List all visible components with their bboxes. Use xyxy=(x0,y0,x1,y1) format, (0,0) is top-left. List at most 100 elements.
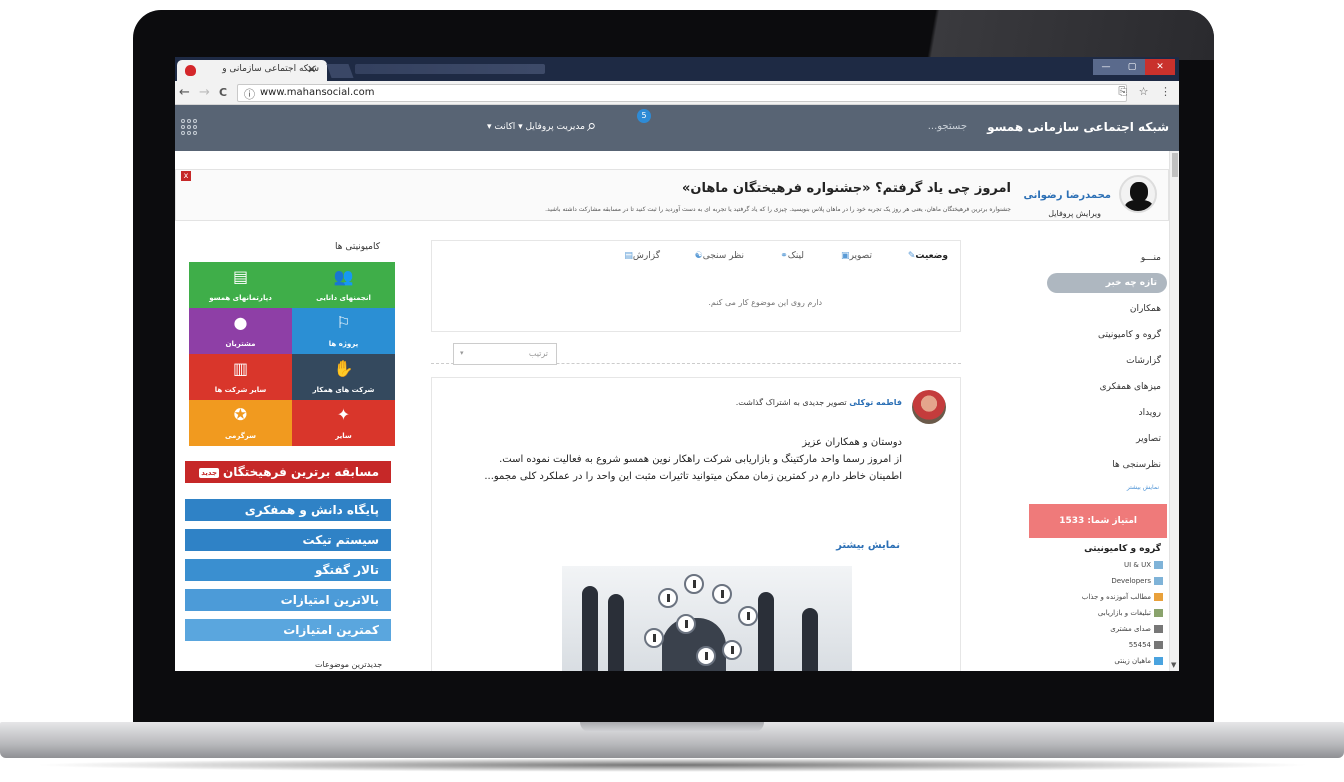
user-name[interactable]: محمدرضا رضوانی xyxy=(1023,190,1111,201)
tab-status[interactable]: وضعیت✎ xyxy=(905,251,948,261)
community-tile-icon: ⚐ xyxy=(336,313,351,332)
communities-grid: ▤ دپارتمانهای همسو 👥 انجمنهای دانایی ● مشتریا… xyxy=(189,262,395,448)
lowest-scores-button[interactable]: کمترین امتیازات xyxy=(185,619,391,641)
composer-input[interactable]: دارم روی این موضوع کار می کنم. xyxy=(708,298,822,307)
tab-poll[interactable]: نظر سنجی☯ xyxy=(692,251,744,261)
nav-show-more[interactable]: نمایش بیشتر xyxy=(1127,484,1159,491)
points-box: امتیاز شما: 1533 xyxy=(1029,504,1167,538)
url-input[interactable]: ⓘ www.mahansocial.com xyxy=(237,84,1127,102)
community-tile[interactable]: ● مشتریان xyxy=(189,308,292,354)
community-tile[interactable]: ▤ دپارتمانهای همسو xyxy=(189,262,292,308)
laptop-mockup: ✕ شبکه اجتماعی سازمانی و — ▢ ✕ ← → C ⓘ w… xyxy=(0,0,1344,782)
blurred-menu xyxy=(355,64,545,74)
edit-profile-link[interactable]: ویرایش پروفایل xyxy=(1048,209,1101,218)
maximize-icon[interactable]: ▢ xyxy=(1119,59,1145,75)
nav-item-colleagues[interactable]: همکاران xyxy=(1130,304,1161,314)
ticket-system-button[interactable]: سیستم تیکت xyxy=(185,529,391,551)
network-node xyxy=(738,606,758,626)
favicon-icon xyxy=(185,65,196,76)
community-tile[interactable]: ⚐ پروژه ها xyxy=(292,308,395,354)
group-label: Developers xyxy=(1111,577,1151,585)
community-tile-label: سایر شرکت ها xyxy=(214,386,267,394)
tab-image[interactable]: تصویر▣ xyxy=(838,251,872,261)
image-icon: ▣ xyxy=(841,251,850,261)
banner-close-icon[interactable]: x xyxy=(181,171,191,181)
new-tab-button[interactable] xyxy=(326,64,354,78)
header-menu[interactable]: پنل مدیریت پروفایل ▾ اکانت ▾ xyxy=(487,122,600,132)
community-tile-label: سرگرمی xyxy=(224,432,257,440)
back-icon[interactable]: ← xyxy=(179,85,190,100)
scrollbar-thumb[interactable] xyxy=(1172,153,1178,177)
nav-item-news[interactable]: تازه چه خبر xyxy=(1047,273,1167,293)
sort-select[interactable]: ترتیب ▾ xyxy=(453,343,557,365)
page-scrollbar[interactable]: ▼ xyxy=(1169,151,1179,671)
poll-icon: ☯ xyxy=(694,251,703,261)
forward-icon[interactable]: → xyxy=(199,85,210,100)
tab-report[interactable]: گزارش▤ xyxy=(621,251,660,261)
community-tile-icon: ▤ xyxy=(232,267,249,286)
group-label: مطالب آموزنده و جذاب xyxy=(1081,593,1151,601)
banner-title: امروز چی یاد گرفتم؟ «جشنواره فرهیختگان م… xyxy=(682,181,1011,196)
nav-item-think-tanks[interactable]: میزهای همفکری xyxy=(1100,382,1161,392)
group-item[interactable]: تبلیغات و بازاریابی xyxy=(1098,609,1163,617)
post-body: دوستان و همکاران عزیز از امروز رسما واحد… xyxy=(484,437,902,482)
community-tile-label: پروژه ها xyxy=(328,340,359,348)
community-tile[interactable]: ✪ سرگرمی xyxy=(189,400,292,446)
bookmark-icon[interactable]: ☆ xyxy=(1139,85,1149,98)
community-tile[interactable]: 👥 انجمنهای دانایی xyxy=(292,262,395,308)
group-label: 55454 xyxy=(1128,641,1151,649)
feed-post: فاطمه توکلی تصویر جدیدی به اشتراک گذاشت.… xyxy=(431,377,961,671)
post-header: فاطمه توکلی تصویر جدیدی به اشتراک گذاشت. xyxy=(736,398,902,407)
forum-button[interactable]: تالار گفتگو xyxy=(185,559,391,581)
community-tile[interactable]: ✦ سایر xyxy=(292,400,395,446)
brand-title[interactable]: شبکه اجتماعی سازمانی همسو xyxy=(987,120,1169,134)
knowledge-base-button[interactable]: پایگاه دانش و همفکری xyxy=(185,499,391,521)
browser-menu-icon[interactable]: ⋮ xyxy=(1160,85,1171,98)
nav-item-images[interactable]: تصاویر xyxy=(1136,434,1161,444)
translate-icon[interactable]: ⎘ xyxy=(1118,85,1127,98)
group-item[interactable]: مطالب آموزنده و جذاب xyxy=(1082,593,1163,601)
post-image[interactable] xyxy=(562,566,852,671)
groups-title: گروه و کامیونیتی xyxy=(1084,544,1161,554)
tab-link[interactable]: لینک⚭ xyxy=(777,251,804,261)
nav-item-events[interactable]: رویداد xyxy=(1139,408,1161,418)
address-bar-row: ← → C ⓘ www.mahansocial.com ⎘ ☆ ⋮ xyxy=(175,81,1179,105)
post-show-more[interactable]: نمایش بیشتر xyxy=(836,540,900,551)
minimize-icon[interactable]: — xyxy=(1093,59,1119,75)
author-name[interactable]: فاطمه توکلی xyxy=(849,398,902,407)
community-tile-icon: ✦ xyxy=(336,405,351,424)
search-input[interactable]: جستجو... xyxy=(928,121,967,132)
group-item[interactable]: 55454 xyxy=(1129,641,1163,649)
group-item[interactable]: صدای مشتری xyxy=(1110,625,1163,633)
apps-grid-icon[interactable] xyxy=(181,119,197,135)
user-avatar[interactable] xyxy=(1119,175,1157,213)
reload-icon[interactable]: C xyxy=(219,86,227,99)
search-icon[interactable]: ⌕ xyxy=(587,116,597,136)
top-scores-button[interactable]: بالاترین امتیازات xyxy=(185,589,391,611)
browser-tab[interactable]: ✕ شبکه اجتماعی سازمانی و xyxy=(177,60,327,81)
group-label: تبلیغات و بازاریابی xyxy=(1097,609,1151,617)
post-composer: وضعیت✎ تصویر▣ لینک⚭ نظر سنجی☯ گزارش▤ دار… xyxy=(431,240,961,332)
chevron-down-icon: ▾ xyxy=(460,349,464,357)
nav-item-groups[interactable]: گروه و کامیونیتی xyxy=(1098,330,1161,340)
window-close-icon[interactable]: ✕ xyxy=(1145,59,1175,75)
group-icon xyxy=(1154,641,1163,649)
nav-item-polls[interactable]: نظرسنجی ها xyxy=(1112,460,1161,470)
post-action: تصویر جدیدی به اشتراک گذاشت. xyxy=(735,398,850,407)
nav-item-reports[interactable]: گزارشات xyxy=(1126,356,1161,366)
author-avatar[interactable] xyxy=(912,390,946,424)
group-item[interactable]: ماهیان زینتی xyxy=(1114,657,1163,665)
group-label: صدای مشتری xyxy=(1110,625,1151,633)
banner-description: جشنواره برترین فرهیختگان ماهان، یعنی هر … xyxy=(545,206,1011,213)
network-node xyxy=(696,646,716,666)
community-tile[interactable]: ✋ شرکت های همکار xyxy=(292,354,395,400)
contest-button[interactable]: مسابقه برترین فرهیختگانجدید xyxy=(185,461,391,483)
info-icon[interactable]: ⓘ xyxy=(244,86,255,102)
person-silhouette xyxy=(758,592,774,671)
community-tile[interactable]: ▥ سایر شرکت ها xyxy=(189,354,292,400)
group-item[interactable]: UI & UX xyxy=(1124,561,1163,569)
group-item[interactable]: Developers xyxy=(1111,577,1163,585)
scroll-down-icon[interactable]: ▼ xyxy=(1171,661,1176,669)
laptop-shadow xyxy=(30,758,1314,772)
link-icon: ⚭ xyxy=(780,251,788,261)
